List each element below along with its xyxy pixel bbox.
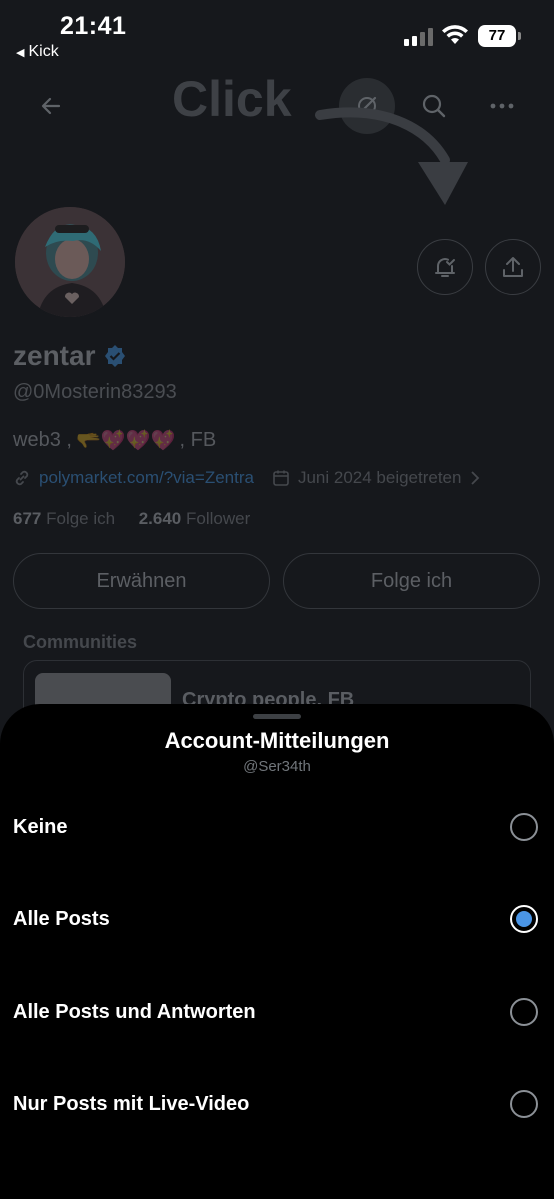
share-icon — [503, 257, 523, 277]
sheet-title: Account-Mitteilungen — [164, 728, 390, 753]
account-notifications-sheet: Account-Mitteilungen @Ser34th Keine Alle… — [0, 704, 554, 1199]
radio-button-selected[interactable] — [510, 905, 538, 933]
status-bar: 21:41 ◀ Kick 77 — [0, 0, 554, 70]
bell-check-icon — [435, 258, 455, 277]
bio-suffix: , FB — [179, 429, 217, 451]
back-triangle-icon: ◀ — [16, 46, 25, 59]
follow-stats: 677 Folge ich 2.640 Follower — [13, 509, 250, 529]
sheet-subtitle: @Ser34th — [243, 758, 311, 775]
option-label: Nur Posts mit Live-Video — [13, 1092, 250, 1115]
sheet-grabber[interactable] — [253, 714, 301, 719]
cellular-signal-icon — [404, 28, 433, 46]
bio-prefix: web3 , — [13, 429, 72, 451]
notifications-button[interactable] — [417, 239, 473, 295]
back-to-app-link[interactable]: ◀ Kick — [16, 43, 59, 61]
status-time: 21:41 — [60, 12, 127, 40]
profile-meta: polymarket.com/?via=Zentra Juni 2024 bei… — [13, 468, 481, 488]
following-button[interactable]: Folge ich — [283, 553, 540, 609]
back-arrow-icon — [41, 97, 61, 115]
option-live-video-only[interactable]: Nur Posts mit Live-Video — [0, 1064, 554, 1144]
profile-link[interactable]: polymarket.com/?via=Zentra — [39, 468, 254, 488]
wifi-icon — [442, 25, 468, 44]
option-all-posts-and-replies[interactable]: Alle Posts und Antworten — [0, 972, 554, 1052]
option-label: Alle Posts und Antworten — [13, 1000, 256, 1023]
click-overlay-text: Click — [172, 71, 292, 127]
profile-handle: @0Mosterin83293 — [13, 381, 177, 403]
profile-bio: web3 , 🫳💖💖💖 , FB — [13, 428, 216, 453]
display-name: zentar — [13, 340, 96, 371]
option-label: Keine — [13, 815, 68, 838]
radio-button[interactable] — [510, 813, 538, 841]
bio-emojis: 🫳💖💖💖 — [75, 430, 176, 452]
mention-button[interactable]: Erwähnen — [13, 553, 270, 609]
share-button[interactable] — [485, 239, 541, 295]
more-icon — [490, 103, 514, 109]
avatar-illustration — [15, 207, 125, 317]
communities-heading: Communities — [23, 632, 138, 652]
back-app-label: Kick — [28, 43, 59, 60]
link-icon — [15, 470, 29, 486]
radio-button[interactable] — [510, 998, 538, 1026]
following-count[interactable]: 677 — [13, 509, 41, 528]
joined-date: Juni 2024 beigetreten — [297, 468, 462, 487]
followers-label[interactable]: Follower — [186, 509, 250, 528]
verified-badge-icon — [105, 345, 126, 367]
chevron-right-icon — [471, 471, 480, 485]
back-button[interactable] — [23, 78, 79, 134]
profile-name: zentar — [13, 340, 127, 372]
curved-arrow-icon — [315, 107, 468, 205]
option-all-posts[interactable]: Alle Posts — [0, 879, 554, 959]
followers-count[interactable]: 2.640 — [139, 509, 182, 528]
calendar-icon — [273, 470, 289, 486]
profile-avatar[interactable] — [13, 205, 127, 319]
option-label: Alle Posts — [13, 907, 110, 930]
battery-indicator: 77 — [478, 25, 521, 47]
radio-button[interactable] — [510, 1090, 538, 1118]
following-label[interactable]: Folge ich — [46, 509, 115, 528]
option-none[interactable]: Keine — [0, 787, 554, 867]
